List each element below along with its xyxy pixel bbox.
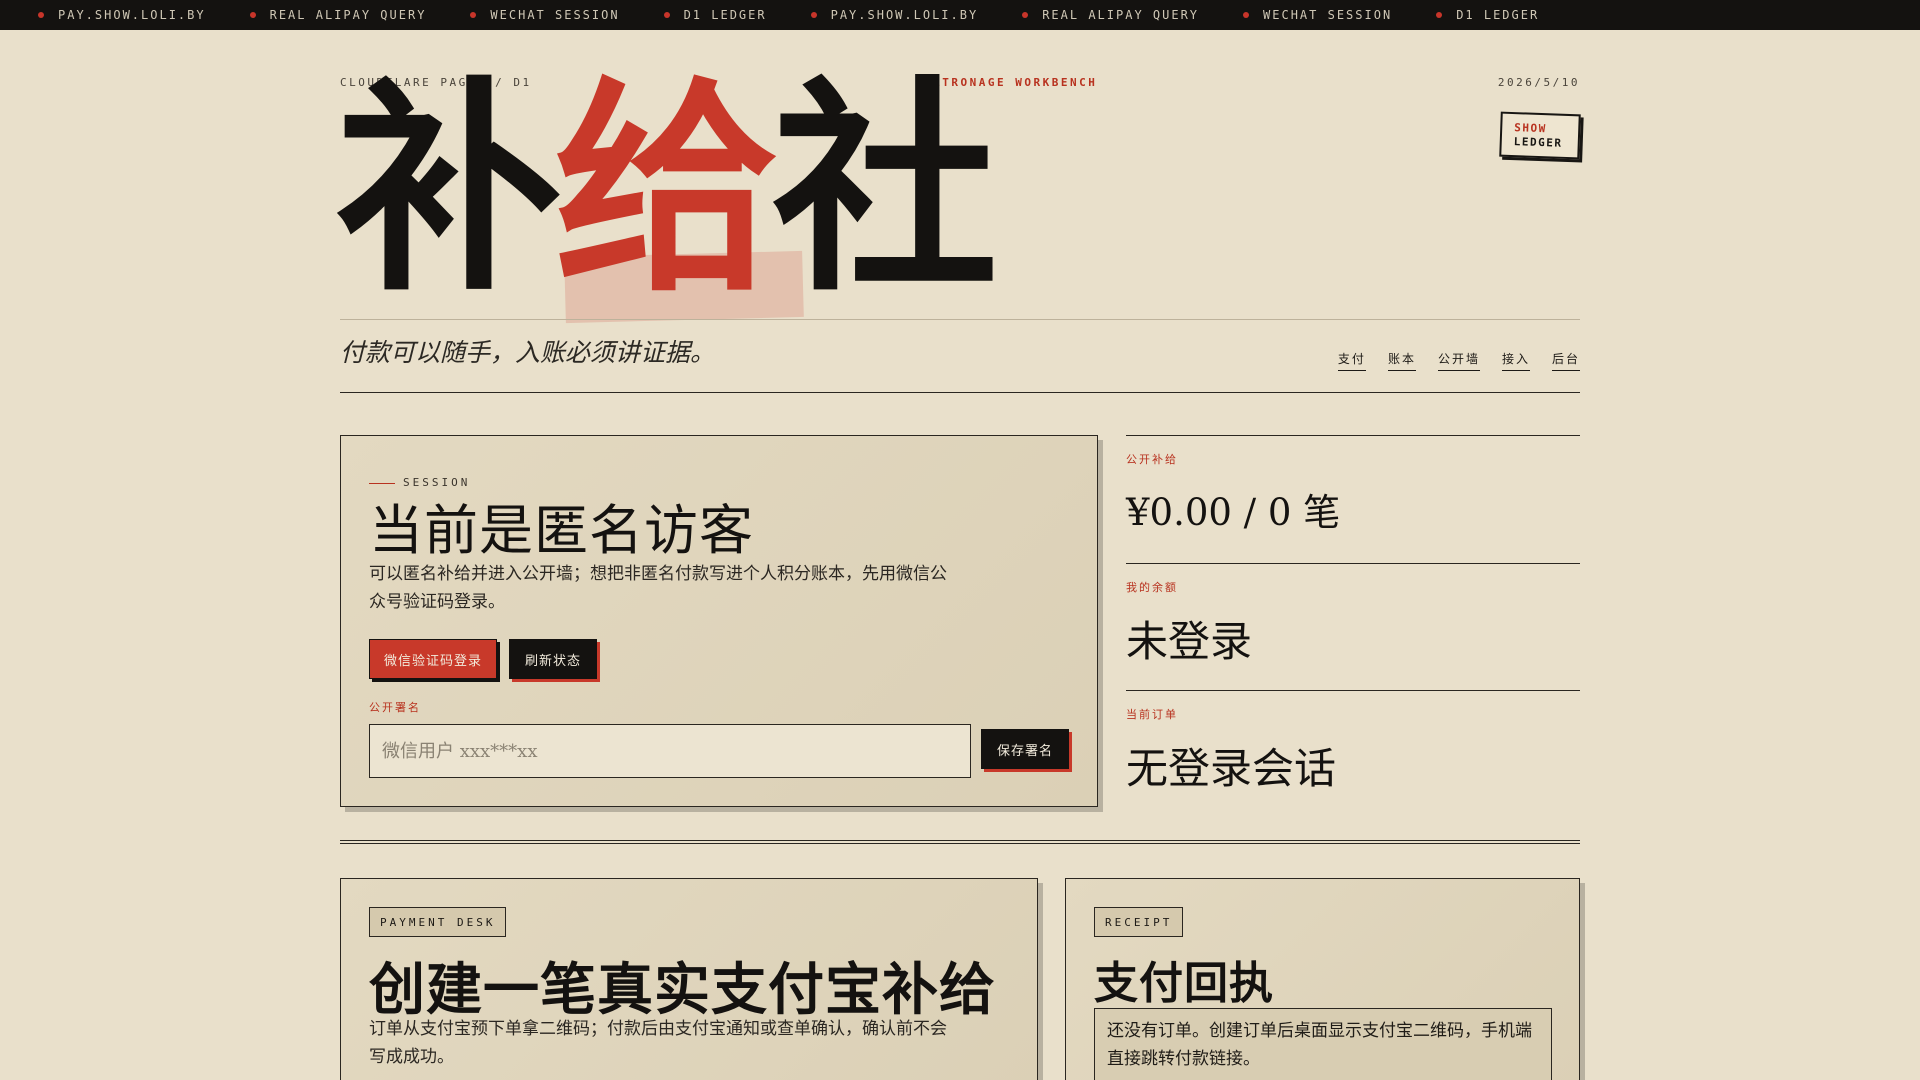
nav-item-admin[interactable]: 后台 (1551, 350, 1580, 371)
dot-icon (1436, 12, 1443, 18)
ticker-item: REAL ALIPAY QUERY (1022, 8, 1199, 22)
wechat-login-button[interactable]: 微信验证码登录 (369, 639, 497, 679)
dot-icon (1243, 12, 1250, 18)
eyebrow-rule (369, 482, 395, 484)
stat-label: 当前订单 (1126, 708, 1178, 721)
receipt-message: 还没有订单。创建订单后桌面显示支付宝二维码，手机端直接跳转付款链接。 (1094, 1008, 1552, 1080)
session-title: 当前是匿名访客 (369, 499, 754, 562)
stat-value: 无登录会话 (1126, 744, 1337, 793)
dot-icon (38, 12, 44, 18)
divider (340, 392, 1580, 393)
nav-item-public-wall[interactable]: 公开墙 (1437, 350, 1480, 371)
nav-item-ledger[interactable]: 账本 (1387, 350, 1416, 371)
dot-icon (663, 12, 670, 18)
session-description: 可以匿名补给并进入公开墙；想把非匿名付款写进个人积分账本，先用微信公众号验证码登… (369, 564, 947, 612)
receipt-card: RECEIPT 支付回执 还没有订单。创建订单后桌面显示支付宝二维码，手机端直接… (1065, 878, 1580, 1080)
ticker-item: WECHAT SESSION (1243, 8, 1392, 22)
stat-current-order: 当前订单 无登录会话 (1126, 690, 1580, 810)
divider (340, 319, 1580, 320)
signature-label: 公开署名 (369, 701, 421, 714)
ticker-item: PAY.SHOW.LOLI.BY (810, 8, 979, 22)
show-ledger-stamp-button[interactable]: SHOW LEDGER (1499, 111, 1581, 160)
dot-icon (1022, 12, 1029, 18)
payment-title: 创建一笔真实支付宝补给 (369, 958, 996, 1023)
stat-label: 我的余额 (1126, 581, 1178, 594)
session-card: SESSION 当前是匿名访客 可以匿名补给并进入公开墙；想把非匿名付款写进个人… (340, 435, 1098, 807)
save-signature-button[interactable]: 保存署名 (981, 729, 1069, 769)
stat-value: 未登录 (1126, 617, 1253, 666)
nav-item-pay[interactable]: 支付 (1337, 350, 1366, 371)
logo-char-accent: 给 (554, 59, 780, 322)
refresh-status-button[interactable]: 刷新状态 (509, 639, 597, 679)
payment-desk-chip: PAYMENT DESK (369, 907, 507, 937)
ticker-item: PAY.SHOW.LOLI.BY (38, 8, 206, 22)
ticker-bar: PAY.SHOW.LOLI.BY REAL ALIPAY QUERY WECHA… (0, 0, 1920, 30)
ticker-item: REAL ALIPAY QUERY (249, 8, 427, 22)
tagline: 付款可以随手，入账必须讲证据。 (340, 338, 716, 367)
stat-public-supply: 公开补给 ¥0.00 / 0 笔 (1126, 435, 1580, 563)
stamp-line: LEDGER (1513, 135, 1563, 150)
ticker-item: WECHAT SESSION (470, 8, 619, 22)
payment-desk-card: PAYMENT DESK 创建一笔真实支付宝补给 订单从支付宝预下单拿二维码；付… (340, 878, 1038, 1080)
stat-label: 公开补给 (1126, 453, 1178, 466)
stat-value: ¥0.00 / 0 笔 (1126, 491, 1341, 534)
nav-item-integration[interactable]: 接入 (1501, 350, 1530, 371)
stat-my-balance: 我的余额 未登录 (1126, 563, 1580, 690)
receipt-title: 支付回执 (1094, 958, 1274, 1009)
ticker-item: D1 LEDGER (1436, 8, 1539, 22)
payment-description: 订单从支付宝预下单拿二维码；付款后由支付宝通知或查单确认，确认前不会写成成功。 (369, 1019, 947, 1067)
dot-icon (470, 12, 477, 18)
logo-char: 补 (336, 59, 562, 322)
logo-char: 社 (772, 59, 998, 322)
ticker-item: D1 LEDGER (663, 8, 767, 22)
dot-icon (249, 12, 256, 18)
dot-icon (810, 12, 817, 18)
signature-input[interactable] (369, 724, 971, 778)
section-divider (340, 840, 1580, 844)
site-logo: 补给社 (336, 59, 998, 322)
receipt-chip: RECEIPT (1094, 907, 1184, 937)
main-nav: 支付 账本 公开墙 接入 后台 (1337, 350, 1580, 371)
date-label: 2026/5/10 (1497, 76, 1580, 89)
